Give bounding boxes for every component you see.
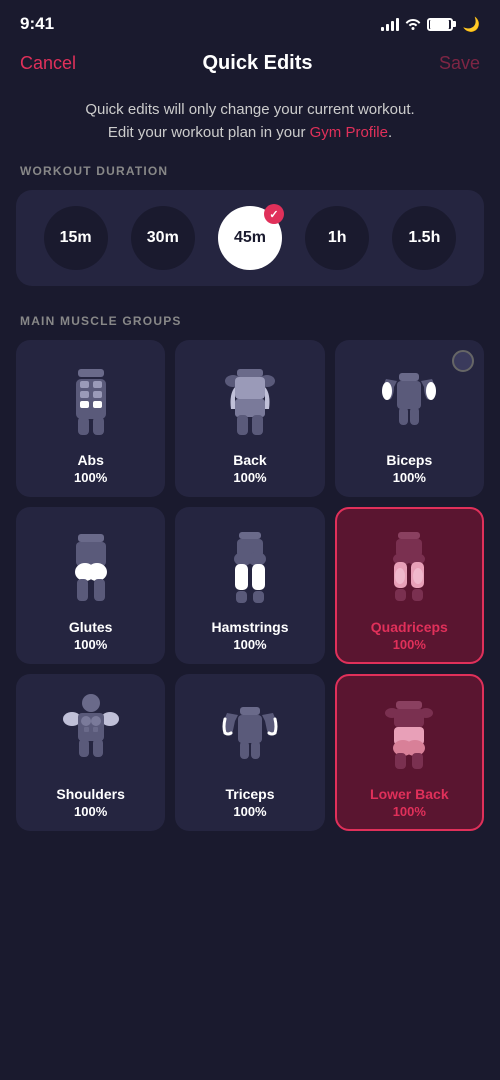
gym-profile-link[interactable]: Gym Profile: [310, 124, 388, 141]
page-title: Quick Edits: [202, 52, 312, 75]
triceps-name: Triceps: [225, 786, 274, 802]
back-figure: [185, 354, 314, 444]
status-bar: 9:41 🌙: [0, 0, 500, 44]
info-line2: Edit your workout plan in your: [108, 124, 310, 141]
cancel-button[interactable]: Cancel: [20, 53, 76, 74]
status-icons: 🌙: [381, 16, 480, 33]
triceps-percent: 100%: [233, 804, 266, 819]
shoulders-percent: 100%: [74, 804, 107, 819]
lower-back-figure: [345, 688, 474, 778]
triceps-figure: [185, 688, 314, 778]
muscle-card-biceps[interactable]: Biceps 100%: [335, 340, 484, 497]
quadriceps-percent: 100%: [393, 637, 426, 652]
shoulders-figure: [26, 688, 155, 778]
duration-45m[interactable]: 45m ✓: [218, 206, 282, 270]
muscle-card-lower-back[interactable]: Lower Back 100%: [335, 674, 484, 831]
back-percent: 100%: [233, 470, 266, 485]
muscle-card-back[interactable]: Back 100%: [175, 340, 324, 497]
abs-figure: [26, 354, 155, 444]
back-name: Back: [233, 452, 266, 468]
lower-back-name: Lower Back: [370, 786, 449, 802]
duration-15m[interactable]: 15m: [44, 206, 108, 270]
moon-icon: 🌙: [463, 16, 480, 33]
muscle-card-glutes[interactable]: Glutes 100%: [16, 507, 165, 664]
workout-duration-label: WORKOUT DURATION: [0, 164, 500, 190]
battery-icon: [427, 18, 453, 31]
biceps-name: Biceps: [386, 452, 432, 468]
muscle-card-quadriceps[interactable]: Quadriceps 100%: [335, 507, 484, 664]
duration-1-5h[interactable]: 1.5h: [392, 206, 456, 270]
hamstrings-figure: [185, 521, 314, 611]
hamstrings-percent: 100%: [233, 637, 266, 652]
duration-30m-label: 30m: [147, 229, 179, 247]
glutes-figure: [26, 521, 155, 611]
duration-1h[interactable]: 1h: [305, 206, 369, 270]
info-line1: Quick edits will only change your curren…: [85, 101, 414, 118]
glutes-percent: 100%: [74, 637, 107, 652]
quadriceps-figure: [345, 521, 474, 611]
quadriceps-name: Quadriceps: [371, 619, 448, 635]
hamstrings-name: Hamstrings: [211, 619, 288, 635]
nav-bar: Cancel Quick Edits Save: [0, 44, 500, 87]
duration-15m-label: 15m: [60, 229, 92, 247]
signal-icon: [381, 17, 399, 31]
biceps-select-dot: [452, 350, 474, 372]
shoulders-name: Shoulders: [56, 786, 124, 802]
muscle-card-shoulders[interactable]: Shoulders 100%: [16, 674, 165, 831]
biceps-percent: 100%: [393, 470, 426, 485]
wifi-icon: [405, 16, 421, 33]
muscle-groups-label: MAIN MUSCLE GROUPS: [0, 314, 500, 340]
info-text: Quick edits will only change your curren…: [0, 87, 500, 164]
status-time: 9:41: [20, 14, 54, 34]
glutes-name: Glutes: [69, 619, 113, 635]
muscle-card-abs[interactable]: Abs 100%: [16, 340, 165, 497]
duration-selector: 15m 30m 45m ✓ 1h 1.5h: [16, 190, 484, 286]
duration-1-5h-label: 1.5h: [408, 229, 440, 247]
abs-percent: 100%: [74, 470, 107, 485]
muscle-grid: Abs 100% Back 100%: [0, 340, 500, 831]
duration-45m-label: 45m: [234, 229, 266, 247]
save-button[interactable]: Save: [439, 53, 480, 74]
abs-name: Abs: [77, 452, 103, 468]
duration-1h-label: 1h: [328, 229, 347, 247]
duration-check-icon: ✓: [264, 204, 284, 224]
muscle-card-triceps[interactable]: Triceps 100%: [175, 674, 324, 831]
duration-30m[interactable]: 30m: [131, 206, 195, 270]
muscle-card-hamstrings[interactable]: Hamstrings 100%: [175, 507, 324, 664]
info-line3: .: [388, 124, 392, 141]
lower-back-percent: 100%: [393, 804, 426, 819]
